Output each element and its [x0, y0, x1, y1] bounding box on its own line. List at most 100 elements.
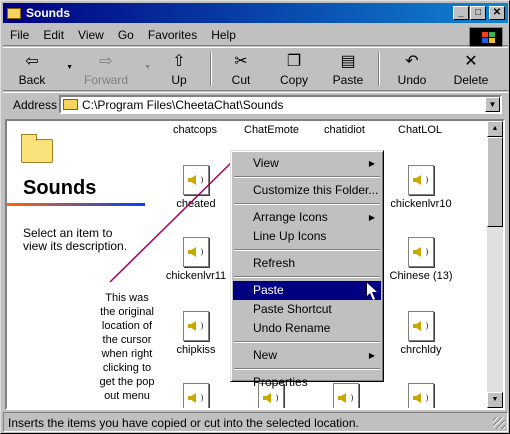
file-item[interactable]: chickenlvr10 [384, 165, 458, 210]
submenu-arrow-icon: ▶ [368, 159, 375, 168]
file-item[interactable]: chickenlvr11 [159, 237, 233, 282]
paste-label: Paste [332, 73, 364, 87]
undo-label: Undo [397, 73, 427, 87]
sound-file-icon [183, 237, 209, 267]
menu-separator [234, 249, 380, 251]
menu-help[interactable]: Help [204, 28, 243, 42]
back-dropdown-icon[interactable]: ▼ [66, 64, 73, 71]
sound-file-icon [408, 165, 434, 195]
forward-label: Forward [83, 73, 128, 87]
back-label: Back [18, 73, 46, 87]
forward-button[interactable]: ⇨ Forward ▼ [73, 48, 151, 90]
address-dropdown-button[interactable]: ▼ [485, 97, 500, 112]
pane-divider [7, 203, 145, 206]
menu-separator [234, 176, 380, 178]
close-button[interactable]: ✕ [489, 6, 505, 20]
up-folder-icon: ⇧ [172, 53, 186, 70]
pane-title: Sounds [23, 177, 97, 199]
menu-edit[interactable]: Edit [36, 28, 71, 42]
file-label: chrchldy [400, 344, 442, 356]
large-folder-icon [21, 134, 53, 163]
delete-x-icon: ✕ [464, 53, 478, 70]
maximize-button[interactable]: □ [470, 6, 486, 20]
standard-toolbar: ⇦ Back ▼ ⇨ Forward ▼ ⇧ Up ✂ Cut ❐ Copy ▤… [3, 47, 508, 91]
title-bar[interactable]: Sounds _ □ ✕ [3, 3, 508, 23]
file-label[interactable]: ChatLOL [398, 124, 442, 136]
sound-file-icon [408, 383, 434, 408]
annotation-text: This was the original location of the cu… [99, 292, 155, 402]
status-text: Inserts the items you have copied or cut… [8, 416, 359, 430]
file-item[interactable] [159, 383, 233, 408]
menu-item-new[interactable]: New ▶ [233, 346, 381, 365]
file-label[interactable]: chatcops [173, 124, 217, 136]
sound-file-icon [183, 311, 209, 341]
scroll-down-button[interactable]: ▼ [487, 392, 503, 408]
file-label: cheated [176, 198, 216, 210]
submenu-arrow-icon: ▶ [368, 213, 375, 222]
forward-arrow-icon: ⇨ [99, 53, 113, 70]
paste-button[interactable]: ▤ Paste [321, 48, 375, 90]
file-item[interactable]: chrchldy [384, 311, 458, 356]
menu-item-paste[interactable]: Paste [233, 281, 381, 300]
window-controls: _ □ ✕ [453, 6, 505, 20]
up-label: Up [171, 73, 187, 87]
menu-file[interactable]: File [3, 28, 36, 42]
file-label[interactable]: ChatEmote [244, 124, 299, 136]
up-button[interactable]: ⇧ Up [151, 48, 207, 90]
menu-separator [234, 341, 380, 343]
copy-icon: ❐ [286, 53, 302, 70]
back-arrow-icon: ⇦ [25, 53, 39, 70]
sound-file-icon [183, 383, 209, 408]
undo-icon: ↶ [405, 53, 419, 70]
file-item[interactable] [384, 383, 458, 408]
scroll-thumb[interactable] [487, 137, 503, 227]
menu-item-paste-shortcut[interactable]: Paste Shortcut [233, 300, 381, 319]
file-label: Chinese (13) [389, 270, 453, 282]
resize-grip-icon[interactable] [493, 417, 505, 429]
delete-button[interactable]: ✕ Delete [441, 48, 501, 90]
menu-view[interactable]: View [71, 28, 111, 42]
folder-icon [63, 99, 78, 110]
undo-button[interactable]: ↶ Undo [383, 48, 441, 90]
file-item[interactable]: Chinese (13) [384, 237, 458, 282]
sound-file-icon [183, 165, 209, 195]
menu-item-refresh[interactable]: Refresh [233, 254, 381, 273]
menu-favorites[interactable]: Favorites [141, 28, 204, 42]
menu-item-customize[interactable]: Customize this Folder... [233, 181, 381, 200]
scissors-icon: ✂ [234, 53, 248, 70]
vertical-scrollbar[interactable]: ▲ ▼ [487, 121, 503, 408]
file-item[interactable]: cheated [159, 165, 233, 210]
minimize-button[interactable]: _ [453, 6, 469, 20]
menu-item-arrange-icons[interactable]: Arrange Icons ▶ [233, 208, 381, 227]
cut-button[interactable]: ✂ Cut [215, 48, 267, 90]
window-title: Sounds [26, 6, 70, 20]
windows-logo-icon [469, 27, 503, 47]
file-label[interactable]: chatidiot [324, 124, 365, 136]
file-label: chickenlvr10 [390, 198, 452, 210]
address-label: Address [13, 97, 58, 112]
menu-item-line-up-icons[interactable]: Line Up Icons [233, 227, 381, 246]
status-bar: Inserts the items you have copied or cut… [3, 412, 508, 432]
file-label: chipkiss [176, 344, 216, 356]
back-button[interactable]: ⇦ Back ▼ [3, 48, 73, 90]
delete-label: Delete [453, 73, 489, 87]
menu-separator [234, 203, 380, 205]
menu-separator [234, 368, 380, 370]
menu-go[interactable]: Go [111, 28, 141, 42]
copy-label: Copy [279, 73, 308, 87]
pane-description: Select an item to view its description. [23, 226, 128, 253]
context-menu: View ▶ Customize this Folder... Arrange I… [230, 150, 384, 389]
menu-item-undo-rename[interactable]: Undo Rename [233, 319, 381, 338]
forward-dropdown-icon[interactable]: ▼ [144, 64, 151, 71]
address-field[interactable]: C:\Program Files\CheetaChat\Sounds ▼ [59, 95, 502, 114]
folder-icon [7, 7, 21, 19]
menu-separator [234, 276, 380, 278]
copy-button[interactable]: ❐ Copy [267, 48, 321, 90]
file-item[interactable]: chipkiss [159, 311, 233, 356]
menu-item-view[interactable]: View ▶ [233, 154, 381, 173]
scroll-up-button[interactable]: ▲ [487, 121, 503, 137]
sound-file-icon [408, 237, 434, 267]
menu-item-properties[interactable]: Properties [233, 373, 381, 392]
web-view-pane: Sounds Select an item to view its descri… [7, 121, 157, 408]
menu-bar: File Edit View Go Favorites Help [3, 25, 508, 46]
